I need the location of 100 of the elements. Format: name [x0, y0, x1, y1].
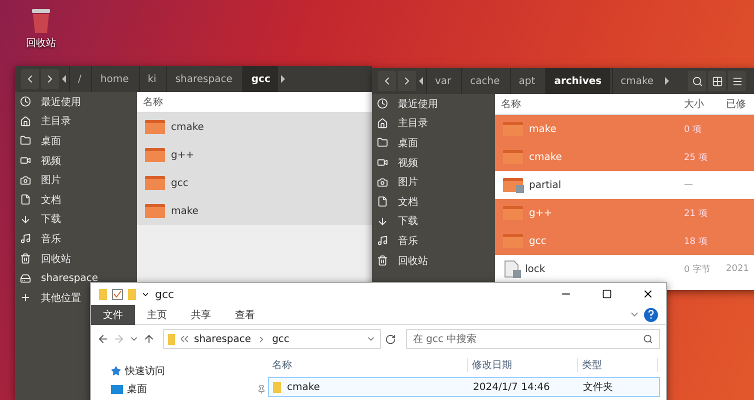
place-icon [20, 116, 31, 127]
desktop-icon [111, 384, 123, 394]
sidebar-item[interactable]: 音乐 [372, 231, 422, 251]
sidebar-item[interactable]: 最近使用 [372, 94, 442, 114]
file-row[interactable]: g++ [137, 141, 372, 169]
folder-icon [128, 288, 136, 300]
ribbon-tab[interactable]: 查看 [223, 304, 267, 324]
path-segment[interactable]: gcc [242, 66, 278, 92]
sidebar-item[interactable]: 音乐 [15, 229, 65, 249]
search-field[interactable]: 在 gcc 中搜索 [406, 329, 660, 349]
back-button[interactable] [97, 333, 109, 345]
address-segment[interactable]: gcc [272, 334, 290, 344]
sidebar-item[interactable]: 下载 [372, 212, 422, 232]
forward-button[interactable] [398, 71, 416, 91]
back-button[interactable] [378, 71, 396, 91]
place-icon [20, 174, 31, 186]
menu-button[interactable] [728, 71, 746, 91]
place-icon [377, 255, 388, 266]
maximize-icon [602, 289, 612, 299]
desktop-icon-label[interactable]: 回收站 [26, 36, 56, 50]
column-header[interactable]: 名称 [268, 358, 468, 372]
place-icon [377, 118, 388, 129]
search-icon [643, 334, 653, 344]
file-row[interactable]: make [137, 197, 372, 225]
up-button[interactable] [143, 333, 155, 345]
place-icon [20, 96, 31, 108]
folder-icon [273, 382, 281, 392]
locked-folder-icon [503, 177, 525, 193]
sidebar-item[interactable]: 桌面 [15, 131, 65, 151]
checkbox-icon[interactable] [112, 288, 123, 300]
place-icon [20, 194, 31, 206]
sidebar-item[interactable]: 回收站 [15, 248, 75, 268]
place-icon [377, 176, 388, 188]
locked-file-icon [503, 260, 521, 278]
place-icon [377, 216, 388, 227]
scroll-right-icon[interactable] [664, 77, 670, 85]
folder-icon [145, 147, 167, 163]
column-header[interactable]: 大小 [678, 97, 720, 111]
nav-item[interactable]: 快速访问 [111, 363, 268, 379]
search-icon [692, 76, 702, 86]
nav-item[interactable]: 桌面 [111, 381, 268, 397]
place-icon [20, 155, 31, 166]
sidebar-item[interactable]: 主目录 [372, 114, 432, 134]
folder-icon [145, 119, 167, 135]
sidebar-item[interactable]: 图片 [372, 172, 422, 192]
search-button[interactable] [688, 71, 706, 91]
place-icon [20, 135, 31, 146]
path-segment[interactable]: archives [545, 68, 610, 94]
place-icon [20, 292, 31, 304]
sidebar-item[interactable]: 文档 [372, 192, 422, 212]
star-icon [111, 366, 121, 376]
file-row[interactable]: cmake [137, 113, 372, 141]
folder-icon [168, 334, 175, 344]
menu-icon [732, 76, 742, 86]
sidebar-item[interactable]: 最近使用 [15, 92, 85, 112]
close-icon [642, 288, 654, 300]
folder-icon [503, 149, 525, 165]
folder-icon [145, 203, 167, 219]
scroll-left-icon[interactable] [418, 77, 424, 85]
folder-icon [145, 175, 167, 191]
sidebar-item[interactable]: 视频 [372, 152, 422, 172]
sidebar-item[interactable]: 桌面 [372, 133, 422, 153]
place-icon [377, 98, 388, 110]
file-row[interactable]: gcc [137, 169, 372, 197]
sidebar-item[interactable]: 回收站 [372, 250, 432, 270]
ribbon-tab[interactable]: 共享 [179, 304, 223, 324]
place-icon [377, 235, 388, 246]
trash-icon[interactable] [29, 6, 53, 34]
address-segment[interactable]: sharespace [194, 334, 252, 344]
file-row[interactable]: cmake 2024/1/7 14:46 文件夹 [268, 377, 660, 397]
sidebar-item[interactable]: 视频 [15, 150, 65, 170]
folder-icon [503, 205, 525, 221]
help-icon[interactable] [644, 308, 658, 322]
place-icon [20, 253, 31, 264]
column-header[interactable]: 已修 [720, 97, 754, 111]
sidebar-item[interactable]: 其他位置 [15, 288, 85, 308]
folder-icon [99, 288, 107, 300]
grid-view-button[interactable] [708, 71, 726, 91]
column-header[interactable]: 修改日期 [468, 358, 578, 372]
column-header[interactable]: 名称 [495, 97, 678, 111]
sidebar-item[interactable]: 下载 [15, 210, 65, 230]
ribbon-tab[interactable]: 文件 [91, 304, 135, 324]
back-button[interactable] [21, 69, 39, 89]
ribbon-tab[interactable]: 主页 [135, 304, 179, 324]
refresh-icon[interactable] [385, 334, 396, 344]
pin-icon[interactable] [257, 384, 266, 394]
sidebar-item[interactable]: 文档 [15, 190, 65, 210]
place-icon [377, 137, 388, 148]
place-icon [377, 157, 388, 168]
folder-icon [503, 121, 525, 137]
place-icon [20, 233, 31, 244]
scroll-left-icon[interactable] [61, 75, 67, 83]
place-icon [20, 214, 31, 225]
sidebar-item[interactable]: 主目录 [15, 112, 75, 132]
sidebar-item[interactable]: sharespace [15, 268, 102, 288]
forward-button[interactable] [41, 69, 59, 89]
address-bar[interactable]: sharespace gcc [163, 329, 381, 349]
place-icon [20, 272, 31, 284]
sidebar-item[interactable]: 图片 [15, 170, 65, 190]
column-header[interactable]: 类型 [578, 358, 658, 372]
